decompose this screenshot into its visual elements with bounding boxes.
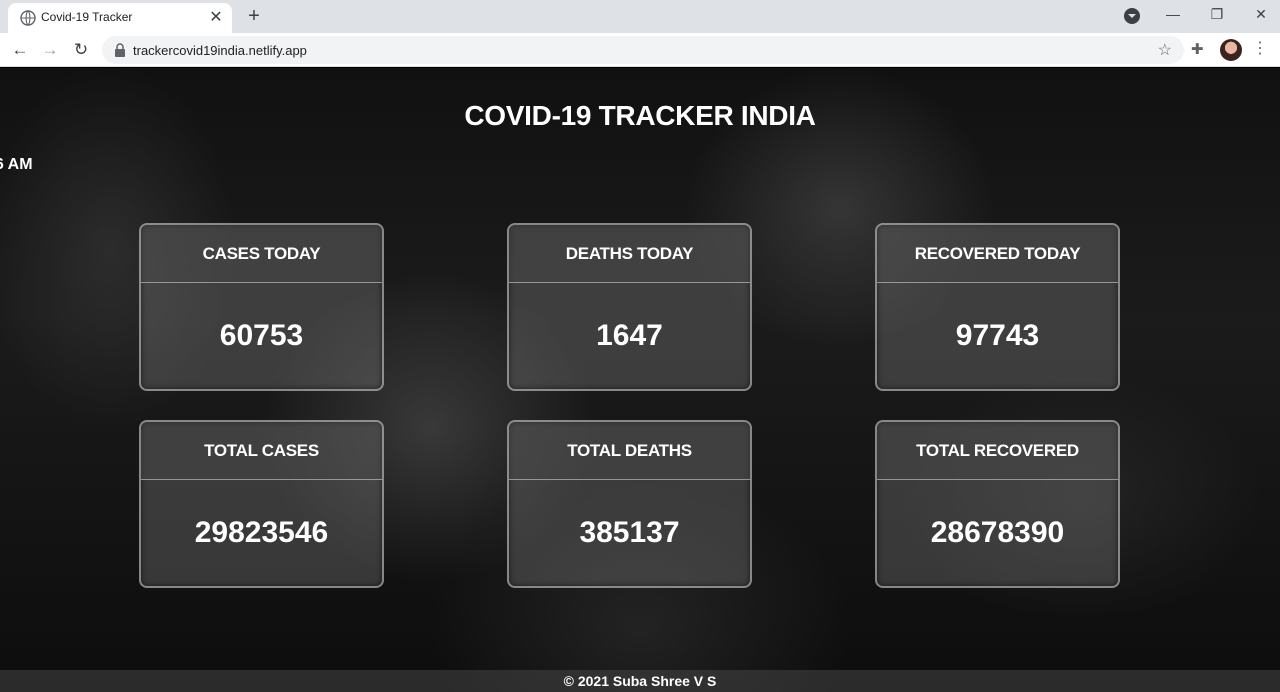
arrow-left-icon[interactable]: ← (7, 37, 33, 63)
card-label: TOTAL DEATHS (509, 422, 750, 480)
reload-icon[interactable]: ↻ (68, 37, 94, 63)
window-close-button[interactable]: ✕ (1238, 0, 1280, 30)
card-total-recovered: TOTAL RECOVERED 28678390 (875, 420, 1120, 588)
page-title: COVID-19 TRACKER INDIA (464, 100, 816, 131)
card-total-deaths: TOTAL DEATHS 385137 (507, 420, 752, 588)
card-deaths-today: DEATHS TODAY 1647 (507, 223, 752, 391)
browser-toolbar: ← → ↻ trackercovid19india.netlify.app ☆ (0, 33, 1280, 67)
footer: © 2021 Suba Shree V S (0, 670, 1280, 692)
card-value: 60753 (219, 319, 304, 352)
puzzle-icon[interactable]: ✚ (1191, 40, 1209, 58)
clock-text: 36 AM (0, 156, 33, 173)
card-label: TOTAL RECOVERED (877, 422, 1118, 480)
card-value: 385137 (579, 516, 680, 549)
plus-icon[interactable]: + (243, 5, 265, 27)
globe-icon (20, 10, 36, 26)
tab-title: Covid-19 Tracker (41, 10, 133, 24)
tab-search-icon[interactable] (1124, 8, 1140, 24)
card-value: 28678390 (930, 516, 1065, 549)
card-cases-today: CASES TODAY 60753 (139, 223, 384, 391)
close-icon[interactable]: ✕ (206, 8, 226, 28)
card-value: 29823546 (194, 516, 329, 549)
lock-icon (115, 43, 125, 57)
arrow-right-icon[interactable]: → (37, 37, 63, 63)
card-label: RECOVERED TODAY (877, 225, 1118, 283)
kebab-menu-icon[interactable]: ⋮ (1252, 39, 1268, 59)
card-label: TOTAL CASES (141, 422, 382, 480)
browser-tab-strip: Covid-19 Tracker ✕ + — ❐ ✕ (0, 0, 1280, 33)
card-total-cases: TOTAL CASES 29823546 (139, 420, 384, 588)
restore-button[interactable]: ❐ (1194, 0, 1240, 30)
card-value: 1647 (596, 319, 663, 352)
card-label: CASES TODAY (141, 225, 382, 283)
avatar[interactable] (1220, 39, 1242, 61)
address-bar[interactable]: trackercovid19india.netlify.app ☆ (102, 36, 1184, 64)
page-viewport: COVID-19 TRACKER INDIA 36 AM CASES TODAY… (0, 68, 1280, 692)
url-text: trackercovid19india.netlify.app (133, 43, 307, 58)
card-recovered-today: RECOVERED TODAY 97743 (875, 223, 1120, 391)
minimize-button[interactable]: — (1150, 0, 1196, 30)
card-value: 97743 (955, 319, 1040, 352)
card-label: DEATHS TODAY (509, 225, 750, 283)
star-icon[interactable]: ☆ (1158, 40, 1172, 60)
browser-tab[interactable]: Covid-19 Tracker ✕ (8, 3, 232, 33)
